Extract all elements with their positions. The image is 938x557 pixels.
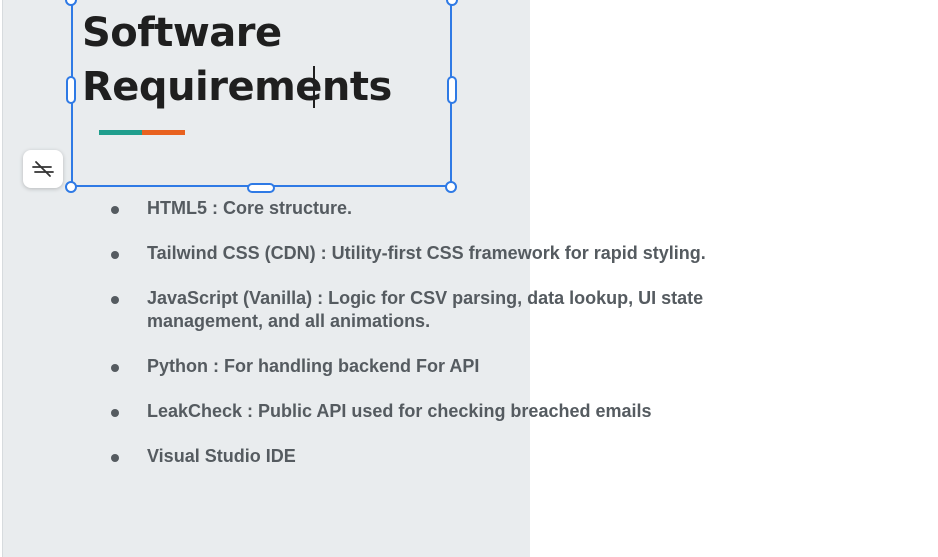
bullet-icon	[111, 206, 119, 214]
text-options-button[interactable]	[23, 150, 63, 188]
list-item-text: HTML5 : Core structure.	[147, 198, 353, 218]
list-item-text: LeakCheck : Public API used for checking…	[147, 401, 652, 421]
title-line-2: Requirements	[82, 64, 392, 110]
title-line-1: Software	[82, 10, 282, 56]
text-cursor	[313, 66, 315, 108]
list-item-text: JavaScript (Vanilla) : Logic for CSV par…	[147, 288, 704, 331]
list-item: Visual Studio IDE	[110, 445, 730, 468]
list-item: Tailwind CSS (CDN) : Utility-first CSS f…	[110, 242, 730, 265]
list-item: HTML5 : Core structure.	[110, 197, 730, 220]
bullet-icon	[111, 454, 119, 462]
requirements-list[interactable]: HTML5 : Core structure. Tailwind CSS (CD…	[110, 197, 730, 490]
list-item: Python : For handling backend For API	[110, 355, 730, 378]
resize-handle-left[interactable]	[66, 76, 76, 104]
resize-handle-bottom-right[interactable]	[445, 181, 457, 193]
list-item: LeakCheck : Public API used for checking…	[110, 400, 730, 423]
bullet-icon	[111, 364, 119, 372]
bullet-icon	[111, 409, 119, 417]
bullet-icon	[111, 251, 119, 259]
title-accent-bar	[99, 130, 185, 135]
list-item: JavaScript (Vanilla) : Logic for CSV par…	[110, 287, 707, 333]
bullet-icon	[111, 296, 119, 304]
slide-title[interactable]: Software Requirements	[82, 6, 392, 114]
list-item-text: Visual Studio IDE	[147, 446, 296, 466]
resize-handle-bottom[interactable]	[247, 183, 275, 193]
resize-handle-bottom-left[interactable]	[65, 181, 77, 193]
accent-orange-segment	[142, 130, 185, 135]
crossed-lines-icon	[32, 161, 54, 177]
list-item-text: Python : For handling backend For API	[147, 356, 480, 376]
resize-handle-right[interactable]	[447, 76, 457, 104]
accent-teal-segment	[99, 130, 142, 135]
list-item-text: Tailwind CSS (CDN) : Utility-first CSS f…	[147, 243, 706, 263]
